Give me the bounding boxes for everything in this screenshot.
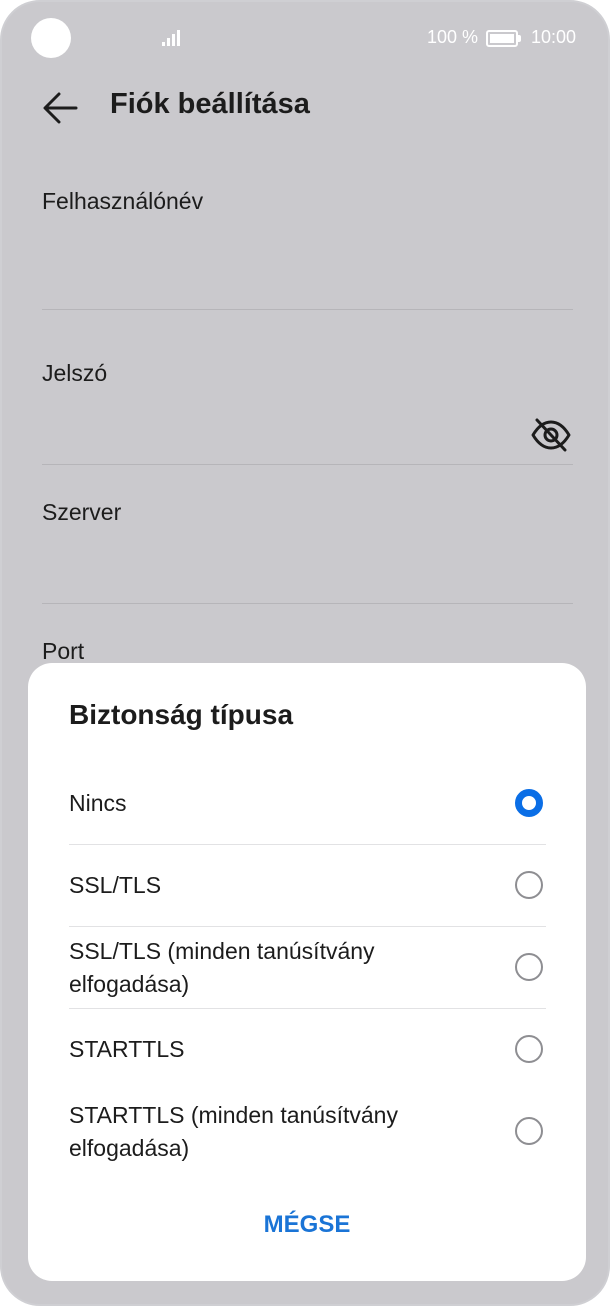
username-label: Felhasználónév [42, 188, 204, 214]
option-ssl-tls-accept-all[interactable]: SSL/TLS (minden tanúsítvány elfogadása) [69, 931, 546, 1009]
divider [69, 844, 546, 845]
password-label: Jelszó [42, 360, 108, 386]
option-label: STARTTLS (minden tanúsítvány elfogadása) [69, 1102, 398, 1161]
option-label: Nincs [69, 790, 127, 816]
radio-unselected[interactable] [515, 1117, 543, 1145]
password-visibility-toggle[interactable] [530, 416, 572, 454]
radio-unselected[interactable] [515, 953, 543, 981]
back-button[interactable] [38, 86, 82, 130]
radio-unselected[interactable] [515, 1035, 543, 1063]
option-starttls-accept-all[interactable]: STARTTLS (minden tanúsítvány elfogadása) [69, 1097, 546, 1175]
server-input[interactable] [42, 563, 573, 604]
option-label: STARTTLS [69, 1036, 185, 1062]
option-starttls[interactable]: STARTTLS [69, 1017, 546, 1083]
security-type-dialog: Biztonság típusa Nincs SSL/TLS SSL/TLS (… [28, 663, 586, 1281]
option-none[interactable]: Nincs [69, 771, 546, 837]
cancel-button[interactable]: MÉGSE [28, 1211, 586, 1239]
option-label: SSL/TLS (minden tanúsítvány elfogadása) [69, 938, 375, 997]
page-title: Fiók beállítása [110, 88, 310, 120]
front-camera [31, 18, 71, 58]
divider [69, 1008, 546, 1009]
password-input[interactable] [42, 424, 573, 465]
option-label: SSL/TLS [69, 872, 162, 898]
battery-icon [486, 30, 521, 47]
signal-icon [162, 28, 182, 46]
username-input[interactable] [42, 269, 573, 310]
radio-selected[interactable] [515, 789, 543, 817]
option-ssl-tls[interactable]: SSL/TLS [69, 853, 546, 919]
arrow-left-icon [43, 92, 78, 124]
port-label: Port [42, 638, 85, 664]
battery-percent: 100 % [426, 27, 478, 47]
status-time: 10:00 [530, 27, 576, 47]
phone-screen: 100 % 10:00 Fiók beállítása Felhasználón… [0, 0, 610, 1306]
status-bar: 100 % 10:00 [2, 2, 608, 74]
divider [69, 926, 546, 927]
eye-off-icon [531, 418, 571, 452]
server-label: Szerver [42, 499, 122, 525]
dialog-title: Biztonság típusa [69, 699, 294, 730]
radio-unselected[interactable] [515, 871, 543, 899]
